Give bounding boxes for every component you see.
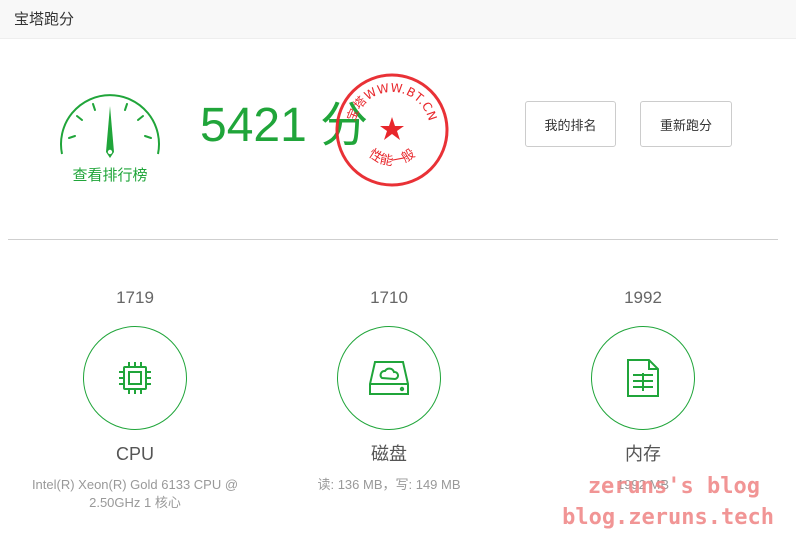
disk-score: 1710 [370,288,408,307]
section-divider [8,239,778,240]
view-leaderboard-link[interactable]: 查看排行榜 [55,164,165,185]
disk-detail: 读: 136 MB，写: 149 MB [317,477,461,492]
performance-stamp: 宝塔WWW.BT.CN 性能一般 [335,73,449,187]
svg-text:性能一般: 性能一般 [366,146,418,170]
memory-icon-circle [591,326,695,430]
cpu-label: CPU [115,444,154,464]
window-title: 宝塔跑分 [14,11,75,28]
hard-disk-icon [369,361,409,395]
cpu-score: 1719 [116,288,154,307]
memory-label: 内存 [625,444,661,464]
disk-icon-circle [337,326,441,430]
score-value: 5421 [200,99,307,152]
gauge-icon[interactable] [55,92,165,162]
my-rank-button[interactable]: 我的排名 [525,101,616,147]
memory-score: 1992 [624,288,662,307]
disk-metric: 1710 磁盘 读: 136 MB，写: 149 MB [284,287,494,494]
rerun-benchmark-button[interactable]: 重新跑分 [640,101,732,147]
blog-watermark: zeruns's blog blog.zeruns.tech [562,472,774,534]
watermark-line2: blog.zeruns.tech [562,505,774,530]
memory-document-icon [627,359,659,397]
disk-label: 磁盘 [371,444,407,464]
memory-metric: 1992 内存 1992 MB [538,287,748,494]
cpu-icon-circle [83,326,187,430]
cpu-chip-icon [119,362,151,394]
stamp-bottom-text: 性能一般 [366,146,418,170]
watermark-line1: zeruns's blog [587,474,760,499]
title-bar: 宝塔跑分 [0,0,796,39]
cpu-detail: Intel(R) Xeon(R) Gold 6133 CPU @ 2.50GHz… [31,477,239,510]
cpu-metric: 1719 CPU Intel(R) Xeon(R) Gold 6133 CPU … [30,287,240,512]
